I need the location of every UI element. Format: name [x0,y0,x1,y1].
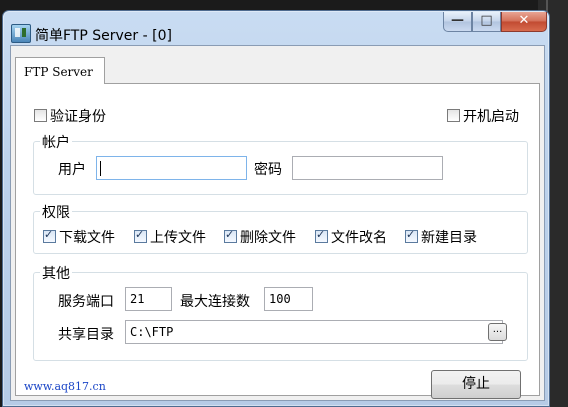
perm-download-box[interactable] [43,228,56,243]
maximize-icon: □ [480,13,493,28]
user-label: 用户 [58,162,86,178]
auth-checkbox-box[interactable] [34,109,47,122]
app-window: 简单FTP Server - [0] — □ ✕ FTP Server 验证身份… [2,10,550,407]
permissions-group: 权限 下载文件 上传文件 删除文件 文件改名 新建目录 [33,202,528,254]
share-dir-input[interactable]: C:\FTP [125,320,503,344]
perm-mkdir-label: 新建目录 [421,230,477,246]
perm-mkdir-checkbox[interactable]: 新建目录 [405,227,477,247]
app-icon [11,24,31,43]
perm-rename-box[interactable] [315,228,328,243]
minimize-button[interactable]: — [443,12,472,32]
perm-download-label: 下载文件 [59,230,115,246]
perm-delete-checkbox[interactable]: 删除文件 [224,227,296,247]
browse-button[interactable]: ... [488,323,507,341]
autostart-checkbox-label: 开机启动 [463,109,519,125]
autostart-checkbox-box[interactable] [447,109,460,122]
permissions-group-title: 权限 [40,202,72,222]
caption-buttons: — □ ✕ [443,12,547,32]
window-title: 简单FTP Server - [0] [35,28,172,44]
other-group-title: 其他 [40,263,72,283]
share-dir-label: 共享目录 [58,327,114,343]
client-area: FTP Server 验证身份 开机启动 帐户 用户 密码 权限 ✓下载文件 ✓… [10,45,545,401]
account-group: 帐户 用户 密码 [33,132,528,195]
autostart-checkbox[interactable]: 开机启动 [447,106,519,126]
maximize-button[interactable]: □ [472,12,501,32]
user-input[interactable] [96,156,247,180]
close-button[interactable]: ✕ [501,12,547,32]
port-input[interactable]: 21 [125,287,172,311]
stop-button[interactable]: 停止 [431,370,521,399]
account-group-title: 帐户 [40,132,72,152]
perm-delete-label: 删除文件 [240,230,296,246]
maxconn-label: 最大连接数 [180,294,250,310]
tab-panel: 验证身份 开机启动 帐户 用户 密码 权限 ✓下载文件 ✓ 上传文件 ✓ 删除文… [15,83,540,396]
perm-download-checkbox[interactable]: 下载文件 [43,227,115,247]
text-caret [100,161,101,176]
tab-ftp-server[interactable]: FTP Server [15,57,105,84]
perm-mkdir-box[interactable] [405,228,418,243]
perm-delete-box[interactable] [224,228,237,243]
other-group: 其他 服务端口 21 最大连接数 100 共享目录 C:\FTP ... [33,263,528,361]
password-input[interactable] [292,156,443,180]
website-link[interactable]: www.aq817.cn [24,380,106,393]
maxconn-input[interactable]: 100 [264,287,313,311]
auth-checkbox-label: 验证身份 [50,109,106,125]
port-label: 服务端口 [58,294,114,310]
perm-upload-box[interactable] [134,228,147,243]
password-label: 密码 [254,162,282,178]
perm-upload-checkbox[interactable]: 上传文件 [134,227,206,247]
perm-rename-label: 文件改名 [331,230,387,246]
auth-checkbox[interactable]: 验证身份 [34,106,106,126]
perm-upload-label: 上传文件 [150,230,206,246]
close-icon: ✕ [518,13,530,28]
minimize-icon: — [451,13,464,28]
title-bar[interactable]: 简单FTP Server - [0] — □ ✕ [3,11,549,45]
perm-rename-checkbox[interactable]: 文件改名 [315,227,387,247]
